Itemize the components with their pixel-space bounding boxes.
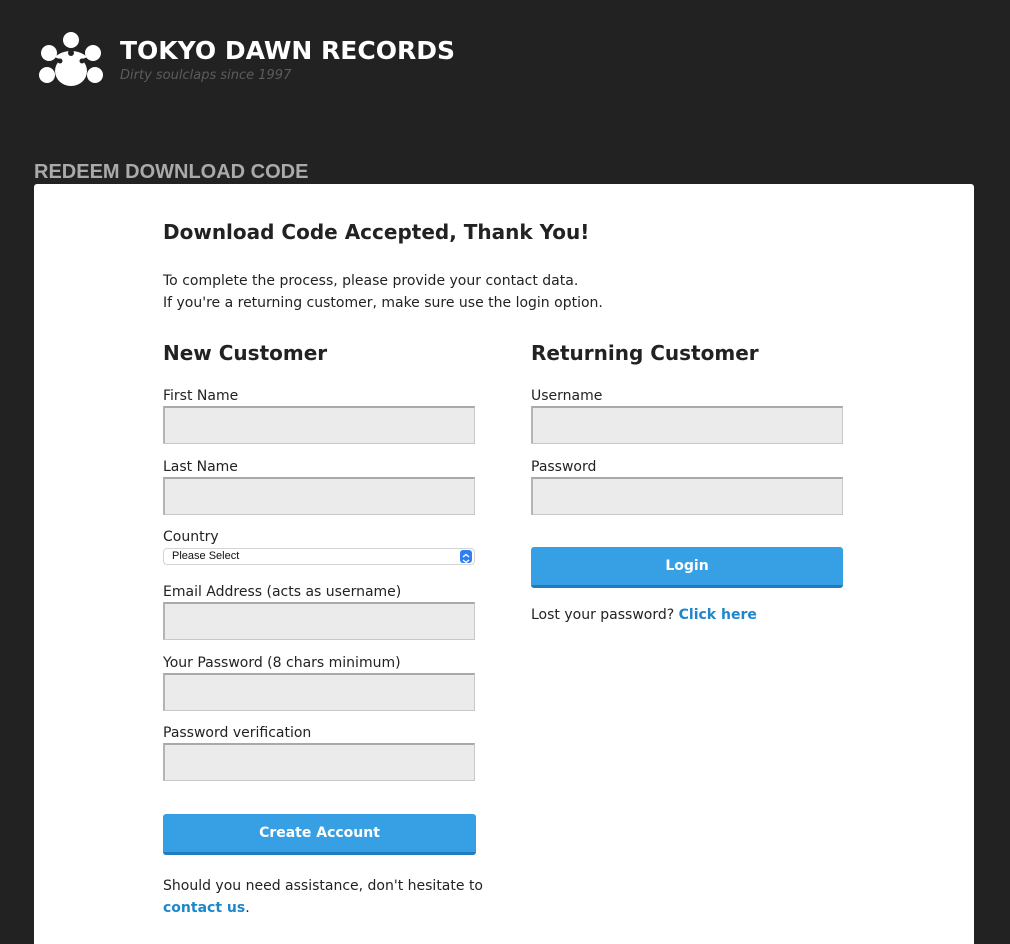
- username-input[interactable]: [531, 406, 843, 444]
- intro-text: To complete the process, please provide …: [163, 270, 603, 314]
- brand-name[interactable]: TOKYO DAWN RECORDS: [120, 36, 455, 65]
- brand-tagline: Dirty soulclaps since 1997: [120, 68, 292, 83]
- contact-us-link[interactable]: contact us: [163, 900, 245, 916]
- new-customer-heading: New Customer: [163, 341, 328, 365]
- assistance-period: .: [245, 900, 250, 916]
- intro-line-1: To complete the process, please provide …: [163, 273, 579, 289]
- click-here-link[interactable]: Click here: [679, 607, 757, 623]
- select-updown-icon: [460, 550, 472, 564]
- lost-password-label: Lost your password?: [531, 607, 675, 623]
- first-name-label: First Name: [163, 388, 239, 404]
- last-name-label: Last Name: [163, 459, 238, 475]
- password-label: Your Password (8 chars minimum): [163, 655, 401, 671]
- returning-customer-heading: Returning Customer: [531, 341, 759, 365]
- email-input[interactable]: [163, 602, 475, 640]
- assistance-line: Should you need assistance, don't hesita…: [163, 878, 483, 894]
- username-label: Username: [531, 388, 603, 404]
- last-name-input[interactable]: [163, 477, 475, 515]
- email-label: Email Address (acts as username): [163, 584, 402, 600]
- country-label: Country: [163, 529, 219, 545]
- create-account-button[interactable]: Create Account: [163, 814, 476, 855]
- assistance-text: Should you need assistance, don't hesita…: [163, 875, 483, 919]
- page-title: Download Code Accepted, Thank You!: [163, 220, 590, 244]
- intro-line-2: If you're a returning customer, make sur…: [163, 295, 603, 311]
- password-verification-label: Password verification: [163, 725, 312, 741]
- login-password-input[interactable]: [531, 477, 843, 515]
- password-verification-input[interactable]: [163, 743, 475, 781]
- new-password-input[interactable]: [163, 673, 475, 711]
- login-password-label: Password: [531, 459, 597, 475]
- country-select[interactable]: Please Select: [163, 548, 475, 565]
- lost-password-text: Lost your password? Click here: [531, 607, 757, 623]
- section-heading: REDEEM DOWNLOAD CODE: [34, 161, 309, 183]
- redeem-panel: Download Code Accepted, Thank You! To co…: [34, 184, 974, 944]
- first-name-input[interactable]: [163, 406, 475, 444]
- flower-paw-logo-icon[interactable]: [35, 31, 107, 91]
- login-button[interactable]: Login: [531, 547, 843, 588]
- country-selected-value: Please Select: [172, 550, 240, 562]
